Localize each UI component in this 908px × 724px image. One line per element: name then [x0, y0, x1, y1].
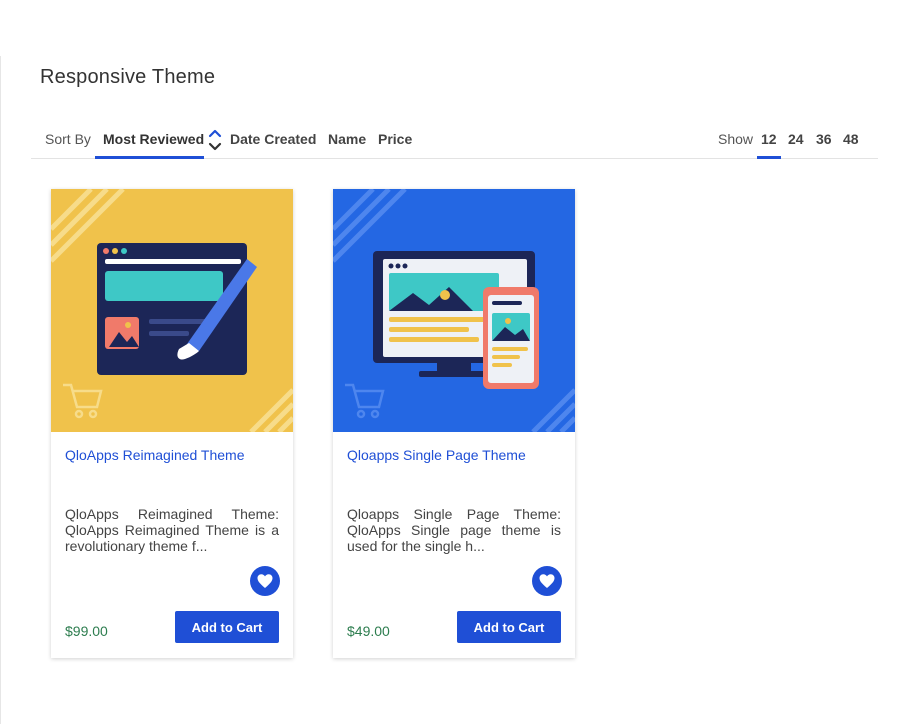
product-description: Qloapps Single Page Theme: QloApps Singl…	[347, 506, 561, 554]
sort-price[interactable]: Price	[378, 131, 412, 147]
product-image[interactable]	[333, 189, 575, 432]
heart-icon	[539, 574, 555, 588]
product-card: Qloapps Single Page Theme Qloapps Single…	[333, 189, 575, 658]
wishlist-button[interactable]	[532, 566, 562, 596]
show-24[interactable]: 24	[788, 131, 804, 147]
left-divider	[0, 56, 1, 724]
product-price: $49.00	[347, 623, 390, 639]
wishlist-button[interactable]	[250, 566, 280, 596]
product-image[interactable]	[51, 189, 293, 432]
product-title[interactable]: QloApps Reimagined Theme	[65, 447, 245, 463]
product-title[interactable]: Qloapps Single Page Theme	[347, 447, 526, 463]
heart-icon	[257, 574, 273, 588]
show-36[interactable]: 36	[816, 131, 832, 147]
sort-most-reviewed[interactable]: Most Reviewed	[99, 131, 208, 147]
show-active-indicator	[757, 156, 781, 159]
show-label: Show	[718, 131, 754, 147]
sort-toolbar: Sort By Most Reviewed Date Created Name …	[31, 121, 878, 159]
page-title: Responsive Theme	[40, 66, 216, 88]
sort-by-label: Sort By	[45, 131, 91, 147]
product-description: QloApps Reimagined Theme: QloApps Reimag…	[65, 506, 279, 554]
sort-active-indicator	[95, 156, 204, 159]
sort-name[interactable]: Name	[328, 131, 366, 147]
add-to-cart-button[interactable]: Add to Cart	[457, 611, 561, 643]
product-price: $99.00	[65, 623, 108, 639]
sort-date-created[interactable]: Date Created	[230, 131, 316, 147]
add-to-cart-button[interactable]: Add to Cart	[175, 611, 279, 643]
show-12[interactable]: 12	[761, 131, 777, 147]
sort-direction-icon[interactable]	[208, 127, 222, 153]
show-48[interactable]: 48	[843, 131, 859, 147]
product-card: QloApps Reimagined Theme QloApps Reimagi…	[51, 189, 293, 658]
